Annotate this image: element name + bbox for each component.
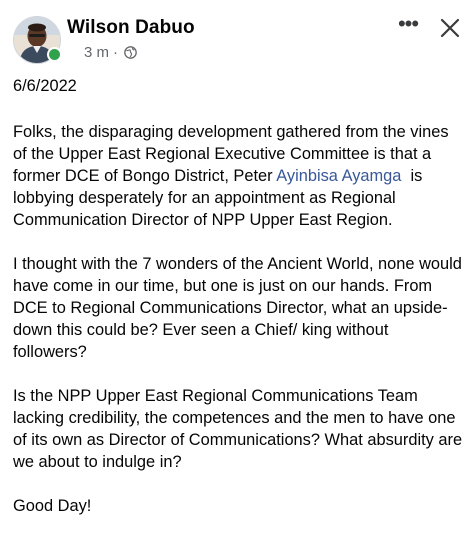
post-time[interactable]: 3 m [84, 44, 109, 61]
post-paragraph-2: I thought with the 7 wonders of the Anci… [13, 255, 462, 361]
post-header: Wilson Dabuo 3 m · ••• [0, 0, 473, 72]
mention-link[interactable]: Ayinbisa Ayamga [276, 167, 401, 185]
post-paragraph-3: Is the NPP Upper East Regional Communica… [13, 387, 463, 471]
avatar[interactable] [13, 16, 62, 64]
post-date: 6/6/2022 [13, 77, 77, 95]
post-closing: Good Day! [13, 497, 92, 515]
author-name[interactable]: Wilson Dabuo [67, 17, 195, 39]
more-horizontal-icon[interactable]: ••• [395, 13, 421, 40]
online-status-dot [47, 47, 62, 62]
globe-icon[interactable] [124, 46, 137, 59]
meta-separator: · [113, 44, 119, 61]
post-content: 6/6/2022 Folks, the disparaging developm… [13, 72, 465, 517]
facebook-post: Wilson Dabuo 3 m · ••• 6/6/2022 Folks, t… [0, 0, 473, 558]
post-meta: 3 m · [84, 44, 137, 61]
post-paragraph-1: Folks, the disparaging development gathe… [13, 121, 465, 231]
close-icon[interactable] [439, 17, 461, 39]
